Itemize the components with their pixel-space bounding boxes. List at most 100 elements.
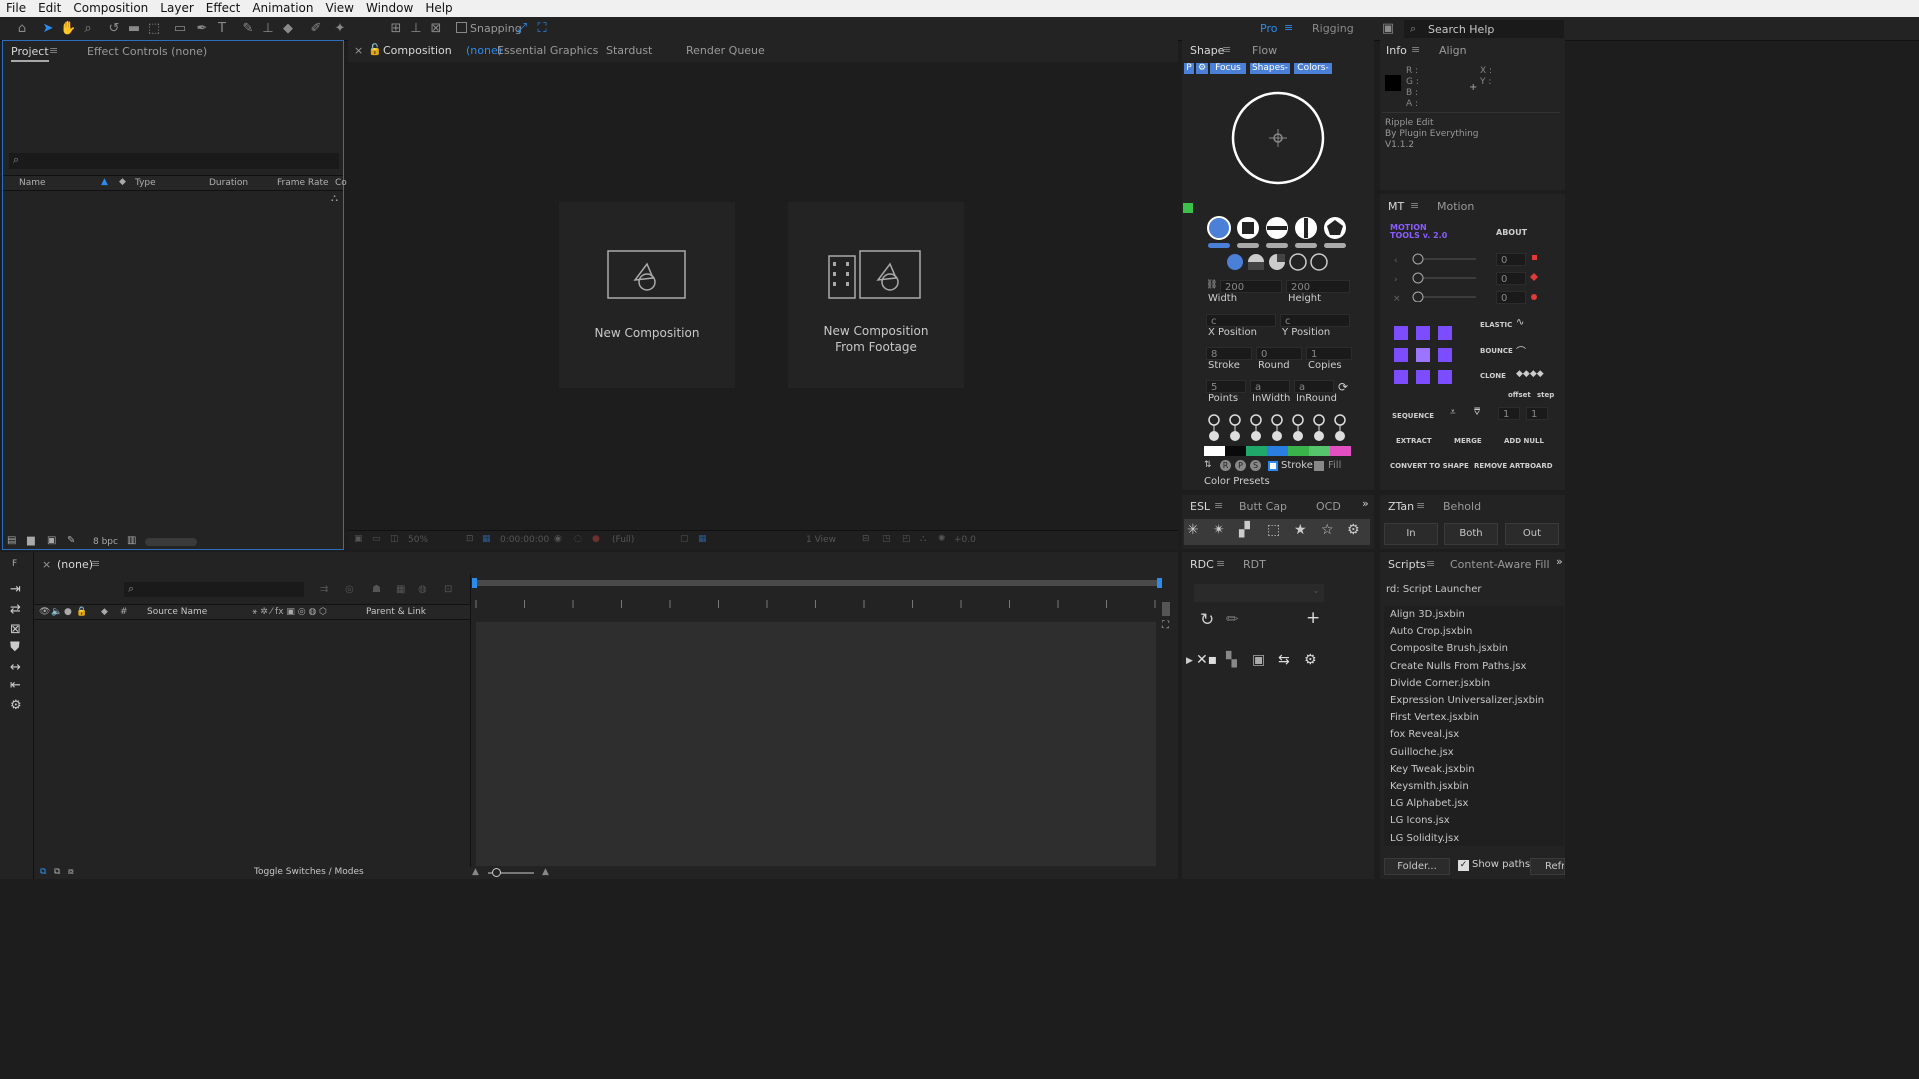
- new-folder-icon[interactable]: ▆: [27, 535, 35, 546]
- timeline-gear-icon[interactable]: ⚙: [10, 698, 22, 713]
- nodes-icon[interactable]: ▚: [1226, 652, 1237, 668]
- edit-icon[interactable]: ✏: [1226, 610, 1239, 628]
- color-channel-icon[interactable]: ●: [592, 534, 600, 544]
- star-burst-icon[interactable]: ✳: [1187, 522, 1199, 538]
- 3d-draft-icon[interactable]: ◰: [902, 534, 911, 544]
- refresh-button[interactable]: Refre: [1530, 858, 1565, 875]
- rdc-gear-icon[interactable]: ⚙: [1304, 652, 1317, 668]
- script-list-item[interactable]: Guilloche.jsx: [1390, 744, 1560, 761]
- label-column-icon[interactable]: ◆: [101, 607, 108, 617]
- ease-out-button[interactable]: Out: [1505, 523, 1559, 545]
- add-icon[interactable]: +: [1306, 608, 1320, 628]
- bpc-label[interactable]: 8 bpc: [93, 537, 118, 547]
- motion-blur-icon[interactable]: ◍: [418, 584, 427, 595]
- pen-tool-icon[interactable]: ✒: [194, 21, 210, 37]
- expand-horizontal-icon[interactable]: ↔: [10, 660, 21, 675]
- refresh-icon[interactable]: ↻: [1200, 610, 1214, 630]
- transform-box-icon[interactable]: ⬚: [1267, 522, 1280, 538]
- menu-effect[interactable]: Effect: [200, 0, 247, 17]
- tab-scripts[interactable]: Scripts: [1388, 558, 1426, 571]
- add-null-button[interactable]: ADD NULL: [1504, 437, 1544, 445]
- copies-input[interactable]: 1: [1306, 347, 1352, 360]
- graph-editor-icon[interactable]: ⊡: [444, 584, 452, 595]
- tab-mt[interactable]: MT: [1388, 200, 1404, 213]
- composition-mini-flowchart-icon[interactable]: ⇉: [320, 584, 328, 595]
- script-list-item[interactable]: LG Solidity.jsx: [1390, 830, 1560, 847]
- transparency-grid-icon[interactable]: ▦: [698, 534, 707, 544]
- workspace-rigging[interactable]: Rigging: [1312, 22, 1354, 35]
- zoom-tool-icon[interactable]: ⌕: [80, 21, 96, 37]
- resolution-select[interactable]: (Full): [612, 535, 634, 545]
- inwidth-input[interactable]: a: [1250, 380, 1290, 393]
- x-position-input[interactable]: c: [1206, 314, 1276, 327]
- grid-icon[interactable]: ▦: [482, 534, 491, 544]
- show-paths-checkbox[interactable]: ✓: [1458, 860, 1469, 871]
- puppet-tool-icon[interactable]: ✦: [332, 21, 348, 37]
- zoom-out-icon[interactable]: ▲: [472, 867, 479, 877]
- world-axis-icon[interactable]: ⊥: [408, 21, 424, 37]
- hand-tool-icon[interactable]: ✋: [60, 21, 76, 37]
- timeline-close-icon[interactable]: ×: [42, 558, 51, 571]
- scripts-menu-icon[interactable]: ≡: [1426, 557, 1435, 570]
- about-button[interactable]: ABOUT: [1496, 228, 1527, 237]
- home-icon[interactable]: ⌂: [14, 21, 30, 37]
- tab-content-aware-fill[interactable]: Content-Aware Fill: [1450, 558, 1550, 571]
- tab-timeline[interactable]: (none): [57, 558, 93, 571]
- always-preview-icon[interactable]: ▣: [354, 534, 363, 544]
- tab-ztan[interactable]: ZTan: [1388, 500, 1414, 513]
- time-ruler[interactable]: [474, 596, 1164, 610]
- menu-layer[interactable]: Layer: [154, 0, 199, 17]
- height-input[interactable]: 200: [1286, 280, 1350, 293]
- type-tool-icon[interactable]: T: [214, 21, 230, 37]
- pan-behind-tool-icon[interactable]: ⬚: [146, 21, 162, 37]
- layer-switches-icon[interactable]: ⧉: [40, 867, 46, 877]
- tab-composition[interactable]: Composition: [383, 44, 452, 57]
- p-toggle[interactable]: P: [1235, 460, 1246, 471]
- star-add-icon[interactable]: ✴: [1213, 522, 1225, 538]
- anchor-circle-icon[interactable]: [1228, 88, 1328, 188]
- menu-composition[interactable]: Composition: [67, 0, 154, 17]
- adjust-icon[interactable]: ✎: [67, 535, 75, 546]
- exposure-icon[interactable]: ✺: [938, 534, 946, 544]
- extract-button[interactable]: EXTRACT: [1396, 437, 1432, 445]
- timeline-menu-icon[interactable]: ≡: [91, 557, 100, 570]
- sync-settings-icon[interactable]: ▣: [1380, 21, 1396, 37]
- search-help-field[interactable]: ⌕ Search Help: [1404, 20, 1564, 38]
- menu-animation[interactable]: Animation: [246, 0, 319, 17]
- align-left-icon[interactable]: ⇤: [10, 678, 21, 693]
- script-list-item[interactable]: Composite Brush.jsxbin: [1390, 640, 1560, 657]
- script-list-item[interactable]: Key Tweak.jsxbin: [1390, 761, 1560, 778]
- ease-in-button[interactable]: In: [1384, 523, 1438, 545]
- comp-button-icon[interactable]: [1162, 602, 1170, 616]
- tab-info[interactable]: Info: [1386, 44, 1407, 57]
- inround-input[interactable]: a: [1294, 380, 1334, 393]
- script-list-item[interactable]: Auto Crop.jsxbin: [1390, 623, 1560, 640]
- workspace-menu-icon[interactable]: ≡: [1284, 21, 1293, 34]
- local-axis-icon[interactable]: ⊞: [388, 21, 404, 37]
- timeline-zoom-handle[interactable]: [492, 868, 501, 877]
- swap-arrows-icon[interactable]: ⇆: [1278, 652, 1290, 668]
- timeline-search-input[interactable]: ⌕: [124, 582, 304, 597]
- seq-offset-input[interactable]: 1: [1498, 407, 1520, 420]
- sequence-forward-icon[interactable]: ⩡: [1450, 407, 1456, 418]
- in-out-icon[interactable]: ⧇: [68, 867, 74, 877]
- swap-icon[interactable]: ⇄: [10, 602, 21, 617]
- workspace-pro[interactable]: Pro: [1260, 22, 1277, 35]
- draft-3d-icon[interactable]: ◎: [345, 584, 354, 595]
- zoom-select[interactable]: 50%: [408, 535, 428, 545]
- frame-blending-icon[interactable]: ▦: [396, 584, 405, 595]
- tab-flow[interactable]: Flow: [1252, 44, 1277, 57]
- anchor-grid-icon[interactable]: [1390, 322, 1460, 392]
- elastic-button[interactable]: ELASTIC: [1480, 321, 1512, 329]
- star-outline-icon[interactable]: ☆: [1321, 522, 1334, 538]
- round-input[interactable]: 0: [1256, 347, 1302, 360]
- ease-both-value[interactable]: 0: [1496, 291, 1526, 304]
- tab-behold[interactable]: Behold: [1443, 500, 1481, 513]
- script-list-item[interactable]: First Vertex.jsxbin: [1390, 709, 1560, 726]
- star-filled-icon[interactable]: ★: [1294, 522, 1307, 538]
- view-axis-icon[interactable]: ⊠: [428, 21, 444, 37]
- expand-arrow-icon[interactable]: ▶: [1186, 656, 1193, 666]
- layers-star-icon[interactable]: ▞: [1239, 522, 1250, 538]
- lock-icon[interactable]: 🔓: [368, 43, 382, 56]
- tab-effect-controls[interactable]: Effect Controls (none): [87, 45, 207, 58]
